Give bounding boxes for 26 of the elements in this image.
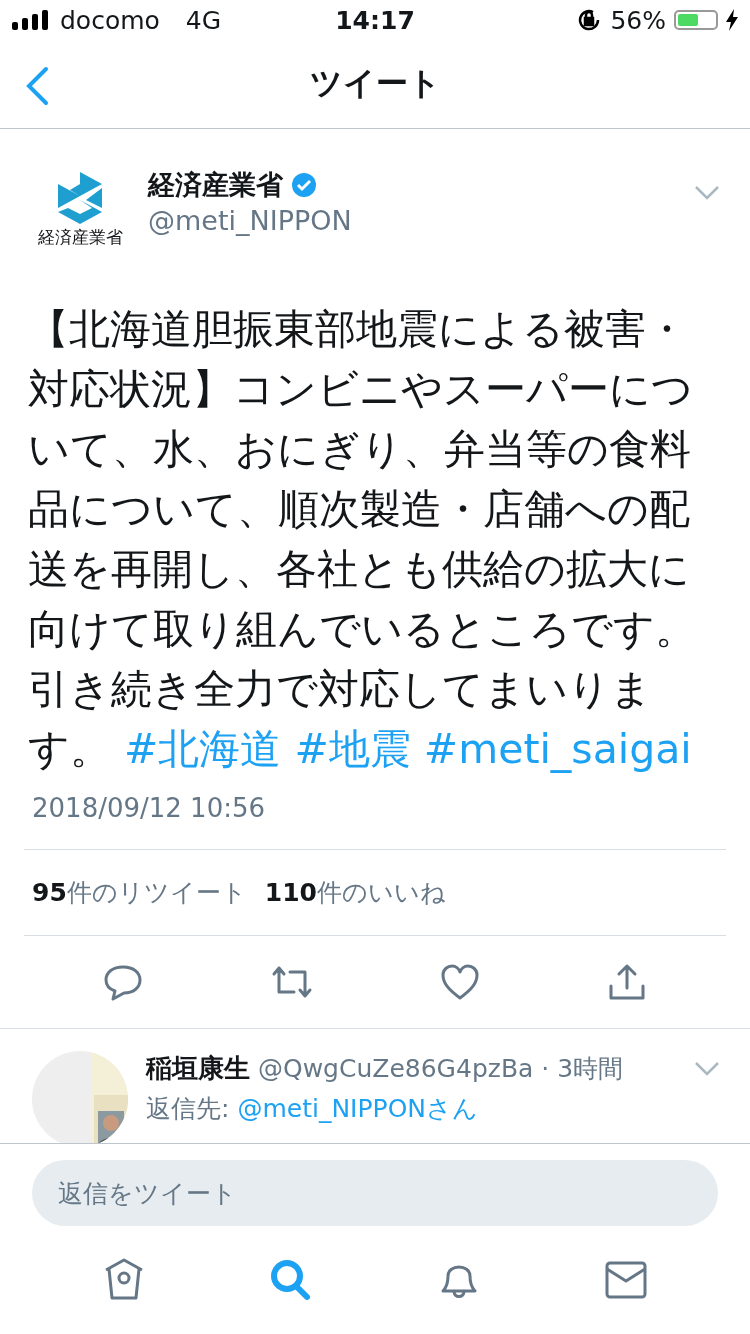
back-icon[interactable] <box>24 66 50 106</box>
tweet-timestamp: 2018/09/12 10:56 <box>31 792 267 825</box>
hashtag-link[interactable]: #北海道 <box>124 725 282 773</box>
stat-count[interactable]: 110件のいいね <box>264 876 446 909</box>
page-title: ツイート <box>309 63 441 104</box>
logo-text: 経済産業省 <box>37 225 123 249</box>
hashtag-link[interactable]: #地震 <box>294 725 411 773</box>
reply-author-handle[interactable]: @QwgCuZe86G4pzBa <box>258 1054 534 1083</box>
tweet-text: 【北海道胆振東部地震による被害・対応状況】コンビニやスーパーについて、水、おにぎり、弁当等の食料品について、順次製造・店舗への配送を再開し、各社とも供給の拡大に向けて取り組んでいるところです。引き続き全力で対応してまいります。 #北海道 #地震 #meti_saigai <box>27 304 697 775</box>
reply-to-link[interactable]: @meti_NIPPONさん <box>237 1092 479 1125</box>
carrier-name: docomo <box>60 5 160 35</box>
status-time: 14:17 <box>335 5 415 35</box>
stat-count[interactable]: 95件のリツイート <box>32 876 247 909</box>
charging-icon <box>726 9 738 31</box>
reply-time: · 3時間 <box>541 1053 624 1085</box>
hashtag-link[interactable]: #meti_saigai <box>423 725 692 773</box>
reply-author-name[interactable]: 稲垣康生 <box>146 1051 250 1086</box>
battery-percent: 56% <box>610 5 666 35</box>
account-name[interactable]: 経済産業省 <box>148 167 283 203</box>
reply-to-label: 返信先: <box>146 1093 230 1125</box>
battery-icon <box>674 10 718 30</box>
reply-input-field[interactable]: 返信をツイート <box>32 1160 718 1226</box>
signal-icon <box>12 10 50 30</box>
account-handle[interactable]: @meti_NIPPON <box>148 205 676 236</box>
network-type: 4G <box>185 5 222 35</box>
heart-icon[interactable] <box>440 962 481 1002</box>
